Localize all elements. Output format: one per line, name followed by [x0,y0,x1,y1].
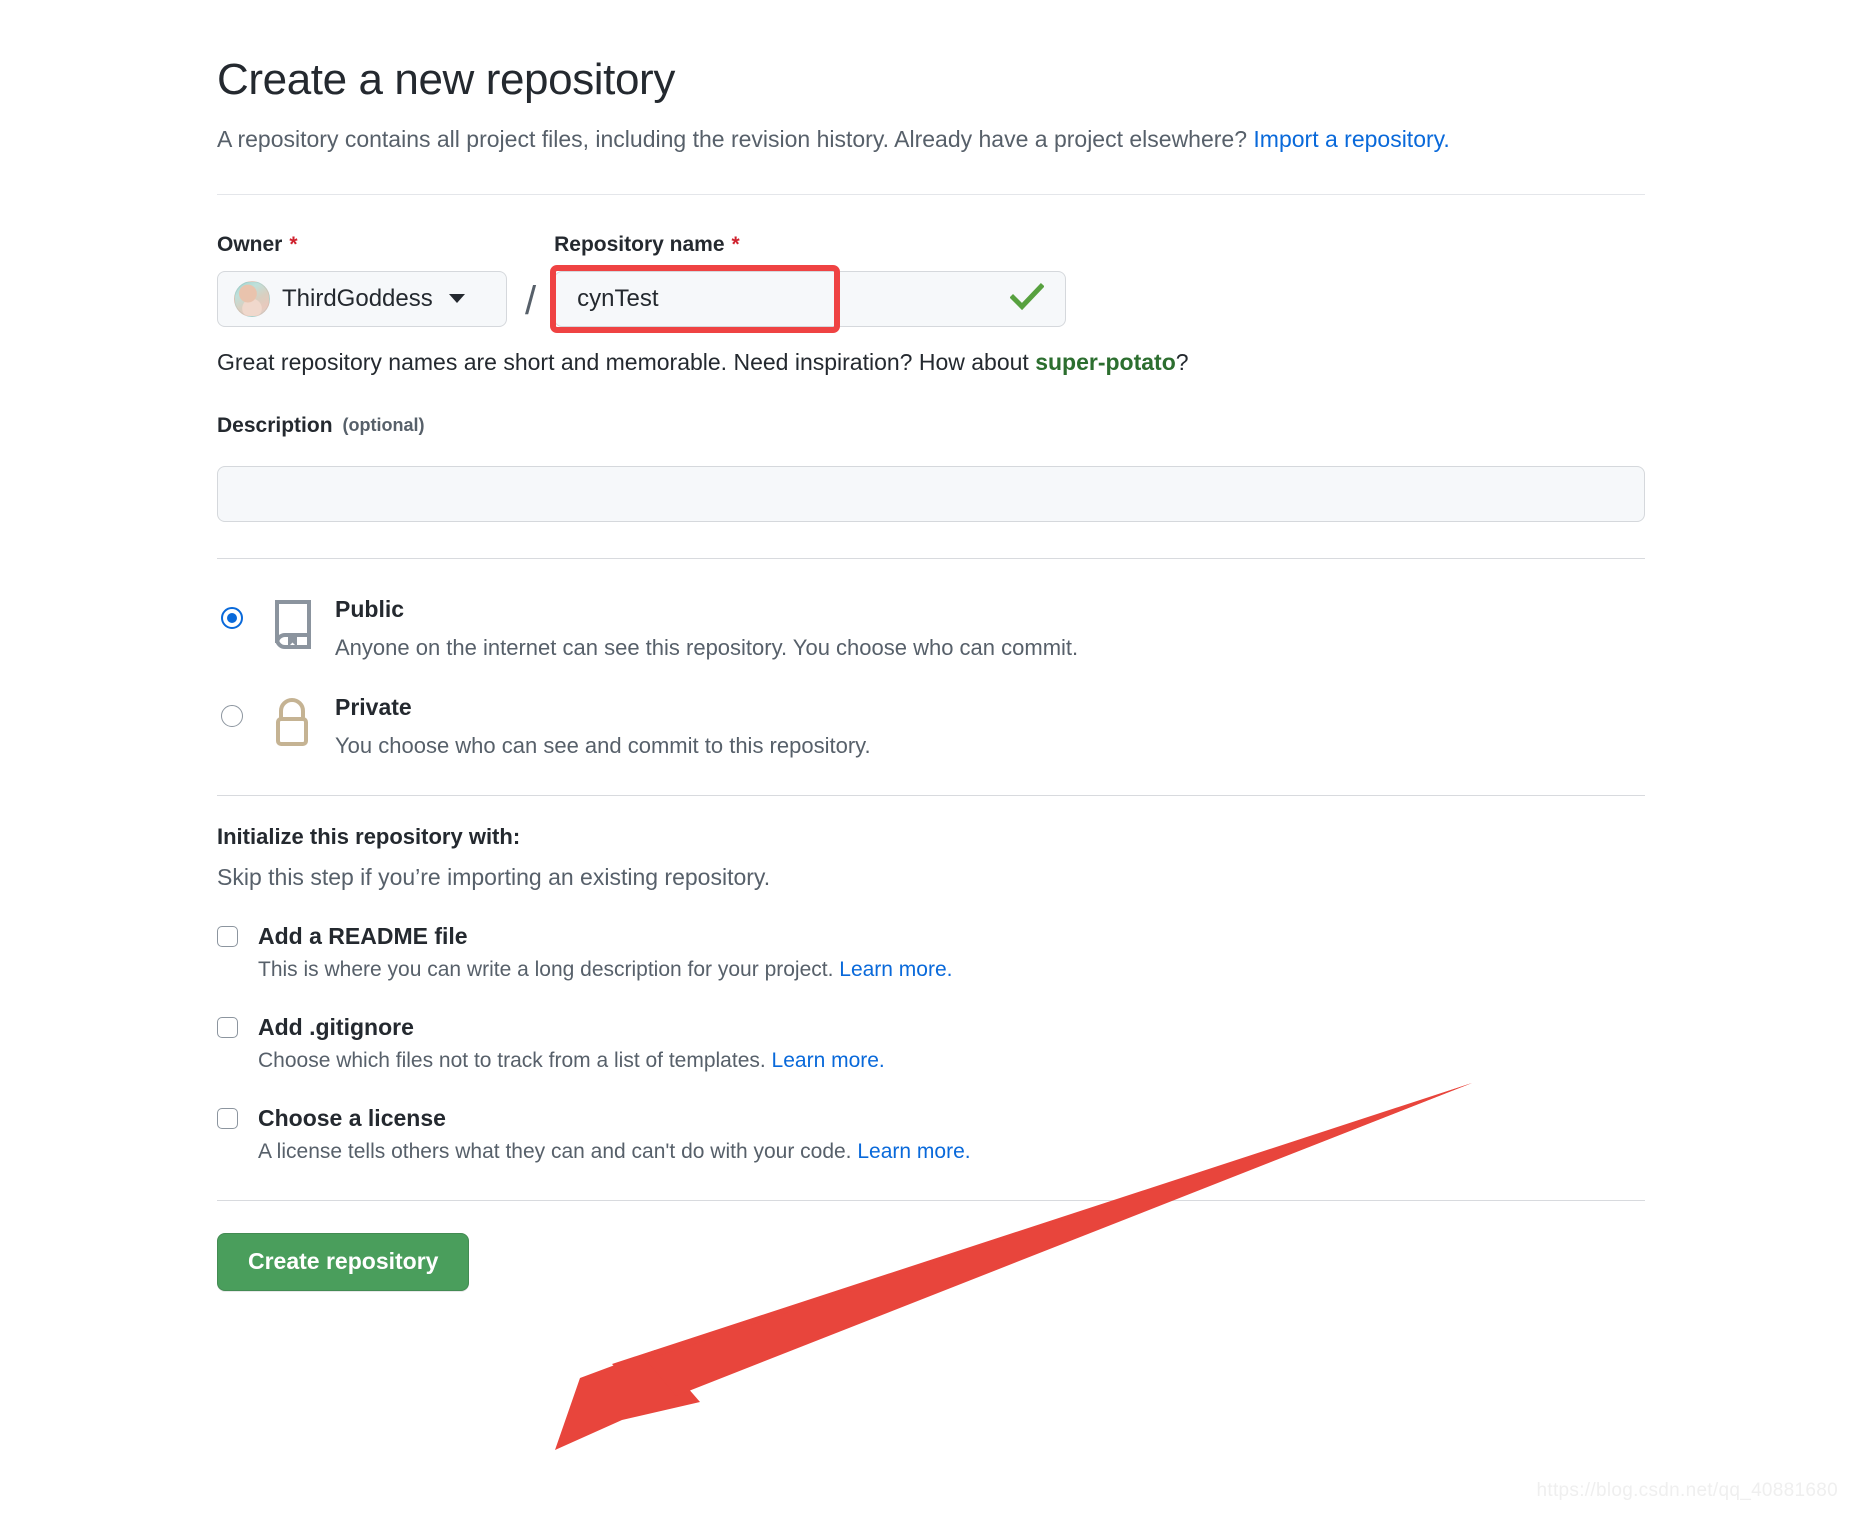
initialize-license-description-text: A license tells others what they can and… [258,1139,858,1163]
radio-public[interactable] [221,606,243,629]
initialize-heading: Initialize this repository with: [217,823,521,849]
initialize-readme-description: This is where you can write a long descr… [258,958,1647,982]
description-label-group: Description (optional) [217,414,1647,438]
owner-label-group: Owner * [217,233,507,257]
initialize-gitignore-label: Add .gitignore [258,1013,414,1040]
divider-bottom [217,1199,1645,1201]
suggested-name: super-potato [1035,348,1176,375]
repository-name-input-wrap [550,264,1067,333]
radio-private[interactable] [221,704,243,727]
visibility-option-public[interactable]: Public Anyone on the internet can see th… [217,593,1647,661]
chevron-down-icon [448,294,465,304]
description-optional-label: (optional) [342,415,425,436]
owner-label: Owner [217,232,283,256]
repository-name-label: Repository name [554,232,725,256]
repository-name-hint: Great repository names are short and mem… [217,349,1647,376]
page-description-text: A repository contains all project files,… [217,126,1254,152]
initialize-license-row[interactable]: Choose a license [217,1105,1647,1132]
description-field: Description (optional) [217,414,1647,522]
initialize-gitignore-description: Choose which files not to track from a l… [258,1049,1647,1073]
import-repository-link[interactable]: Import a repository. [1253,126,1449,152]
initialize-subheading: Skip this step if you’re importing an ex… [217,863,771,890]
checkbox-readme[interactable] [217,925,238,947]
owner-name: ThirdGoddess [282,284,433,312]
visibility-public-text: Public Anyone on the internet can see th… [335,593,1078,661]
initialize-item-gitignore: Add .gitignore Choose which files not to… [217,1014,1647,1073]
repository-name-hint-suffix: ? [1175,348,1189,375]
visibility-option-private[interactable]: Private You choose who can see and commi… [217,691,1647,759]
owner-and-name-row: Owner * ThirdGoddess / Repository name * [217,233,1647,333]
create-repository-page: Create a new repository A repository con… [217,0,1647,1291]
initialize-license-description: A license tells others what they can and… [258,1140,1647,1164]
checkbox-gitignore[interactable] [217,1016,238,1038]
initialize-gitignore-row[interactable]: Add .gitignore [217,1014,1647,1041]
page-description: A repository contains all project files,… [217,121,1547,158]
repository-name-required-marker: * [731,232,740,256]
initialize-readme-description-text: This is where you can write a long descr… [258,957,840,981]
license-learn-more-link[interactable]: Learn more. [857,1140,970,1163]
visibility-private-text: Private You choose who can see and commi… [335,691,871,759]
path-separator: / [525,278,537,323]
visibility-options: Public Anyone on the internet can see th… [217,593,1647,759]
owner-field: Owner * ThirdGoddess [217,233,507,327]
initialize-license-label: Choose a license [258,1104,446,1131]
repository-name-label-group: Repository name * [554,233,1066,257]
repository-name-field: Repository name * [550,233,1067,333]
description-input[interactable] [217,465,1645,522]
initialize-item-readme: Add a README file This is where you can … [217,923,1647,982]
initialize-readme-row[interactable]: Add a README file [217,923,1647,950]
page-title: Create a new repository [217,55,675,104]
readme-learn-more-link[interactable]: Learn more. [839,958,952,981]
initialize-gitignore-description-text: Choose which files not to track from a l… [258,1048,772,1072]
divider-after-description [217,557,1645,559]
gitignore-learn-more-link[interactable]: Learn more. [772,1049,885,1072]
repo-book-icon [269,599,321,654]
visibility-public-description: Anyone on the internet can see this repo… [335,634,1079,660]
owner-required-marker: * [289,232,298,256]
visibility-public-title: Public [335,595,405,622]
divider-top [217,193,1645,195]
visibility-private-description: You choose who can see and commit to thi… [335,732,871,758]
checkbox-license[interactable] [217,1107,238,1129]
visibility-private-title: Private [335,693,412,720]
description-label: Description [217,413,333,437]
initialize-item-license: Choose a license A license tells others … [217,1105,1647,1164]
watermark: https://blog.csdn.net/qq_40881680 [1536,1480,1838,1501]
repository-name-input[interactable] [554,270,1067,327]
repository-name-hint-text: Great repository names are short and mem… [217,348,1036,375]
user-avatar-icon [234,280,270,317]
owner-select[interactable]: ThirdGoddess [217,270,507,327]
divider-after-visibility [217,794,1645,796]
initialize-readme-label: Add a README file [258,922,468,949]
create-repository-button[interactable]: Create repository [217,1232,470,1291]
initialize-section: Initialize this repository with: Skip th… [217,824,1647,1164]
lock-icon [269,697,321,752]
